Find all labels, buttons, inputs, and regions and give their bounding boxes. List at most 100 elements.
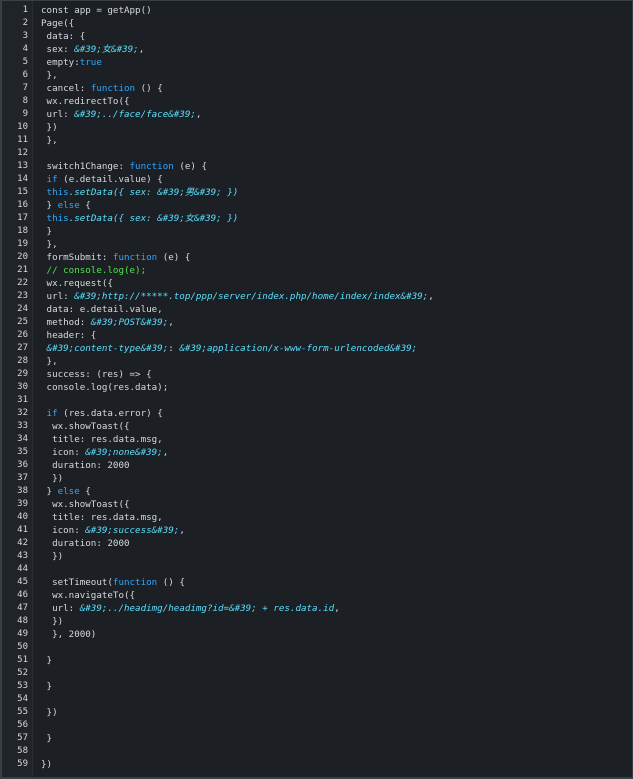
code-line[interactable]: &#39;content-type&#39;: &#39;application… bbox=[33, 342, 632, 355]
code-line-text: }) bbox=[41, 550, 63, 563]
code-token: wx.request({ bbox=[41, 278, 113, 289]
line-number: 35 bbox=[17, 447, 28, 457]
code-token: &#39;POST&#39; bbox=[90, 317, 169, 328]
line-number: 7 bbox=[22, 83, 28, 93]
code-line[interactable]: title: res.data.msg, bbox=[33, 511, 632, 524]
line-number: 31 bbox=[17, 395, 28, 405]
code-line[interactable]: icon: &#39;none&#39;, bbox=[33, 446, 632, 459]
code-line[interactable]: console.log(res.data); bbox=[33, 381, 632, 394]
code-line[interactable]: wx.redirectTo({ bbox=[33, 95, 632, 108]
line-number: 2 bbox=[22, 18, 28, 28]
code-line[interactable]: wx.navigateTo({ bbox=[33, 589, 632, 602]
code-line[interactable]: Page({ bbox=[33, 17, 632, 30]
code-line[interactable]: url: &#39;../headimg/headimg?id=&#39; + … bbox=[33, 602, 632, 615]
code-line[interactable] bbox=[33, 394, 632, 407]
code-token: function bbox=[112, 252, 158, 263]
code-token: function bbox=[129, 161, 174, 172]
code-line[interactable]: }) bbox=[33, 550, 632, 563]
code-line[interactable]: }) bbox=[33, 615, 632, 628]
line-number: 12 bbox=[17, 148, 28, 158]
code-line[interactable] bbox=[33, 147, 632, 160]
code-line[interactable]: }, bbox=[33, 355, 632, 368]
code-token: (e) { bbox=[173, 161, 207, 172]
line-number: 8 bbox=[22, 96, 28, 106]
code-line[interactable]: }) bbox=[33, 121, 632, 134]
line-number: 3 bbox=[22, 31, 28, 41]
line-number: 48 bbox=[17, 616, 28, 626]
code-line[interactable] bbox=[33, 693, 632, 706]
code-token: if bbox=[46, 408, 58, 419]
code-line[interactable]: this.setData({ sex: &#39;女&#39; }) bbox=[33, 212, 632, 225]
code-editor[interactable]: 1 2 3 4 5 6 7 8 9 10 11 12 13 14 15 16 17 18 19 20 21 22 23 24 2… bbox=[0, 0, 633, 779]
code-line[interactable]: // console.log(e); bbox=[33, 264, 632, 277]
code-line[interactable]: } bbox=[33, 680, 632, 693]
code-line[interactable]: }, bbox=[33, 238, 632, 251]
code-line[interactable]: wx.showToast({ bbox=[33, 498, 632, 511]
code-line[interactable] bbox=[33, 719, 632, 732]
code-line[interactable]: }, bbox=[33, 134, 632, 147]
code-line[interactable]: data: e.detail.value, bbox=[33, 303, 632, 316]
code-token: // console.log(e); bbox=[46, 265, 147, 276]
code-line[interactable]: } else { bbox=[33, 485, 632, 498]
code-line[interactable]: duration: 2000 bbox=[33, 537, 632, 550]
code-line[interactable]: wx.request({ bbox=[33, 277, 632, 290]
code-line[interactable]: if (e.detail.value) { bbox=[33, 173, 632, 186]
code-line[interactable]: if (res.data.error) { bbox=[33, 407, 632, 420]
line-number: 17 bbox=[17, 213, 28, 223]
code-line-text: setTimeout(function () { bbox=[41, 576, 185, 589]
code-line-text: }, bbox=[41, 69, 58, 82]
code-line[interactable] bbox=[33, 563, 632, 576]
code-token: if bbox=[46, 174, 58, 185]
code-line[interactable]: } bbox=[33, 225, 632, 238]
code-token: 男 bbox=[184, 187, 195, 198]
code-line-text: }) bbox=[41, 472, 63, 485]
code-line[interactable]: cancel: function () { bbox=[33, 82, 632, 95]
code-line[interactable]: icon: &#39;success&#39;, bbox=[33, 524, 632, 537]
code-line[interactable]: setTimeout(function () { bbox=[33, 576, 632, 589]
line-number: 4 bbox=[22, 44, 28, 54]
code-token: , bbox=[179, 525, 185, 536]
code-line[interactable]: const app = getApp() bbox=[33, 4, 632, 17]
code-area[interactable]: const app = getApp() Page({ data: { sex: … bbox=[33, 1, 632, 777]
code-token: }, bbox=[41, 356, 58, 367]
code-line[interactable]: } bbox=[33, 732, 632, 745]
code-token: const app = getApp() bbox=[41, 5, 152, 16]
code-token: () { bbox=[157, 577, 185, 588]
code-line[interactable]: }) bbox=[33, 472, 632, 485]
code-token: true bbox=[79, 57, 102, 68]
code-line[interactable]: title: res.data.msg, bbox=[33, 433, 632, 446]
code-token: } bbox=[41, 226, 53, 237]
line-number: 59 bbox=[17, 759, 28, 769]
code-line[interactable]: url: &#39;../face/face&#39;, bbox=[33, 108, 632, 121]
code-line[interactable]: } bbox=[33, 654, 632, 667]
code-line[interactable]: }, 2000) bbox=[33, 628, 632, 641]
line-number: 43 bbox=[17, 551, 28, 561]
code-line[interactable]: url: &#39;http://*****.top/ppp/server/in… bbox=[33, 290, 632, 303]
code-token: url: bbox=[41, 291, 75, 302]
line-number: 55 bbox=[17, 707, 28, 717]
code-line[interactable]: sex: &#39;女&#39;, bbox=[33, 43, 632, 56]
code-line[interactable]: switch1Change: function (e) { bbox=[33, 160, 632, 173]
code-line[interactable]: }) bbox=[33, 758, 632, 771]
code-line[interactable]: header: { bbox=[33, 329, 632, 342]
code-line[interactable]: } else { bbox=[33, 199, 632, 212]
code-line[interactable]: wx.showToast({ bbox=[33, 420, 632, 433]
code-token: this bbox=[46, 213, 69, 224]
code-line-text: title: res.data.msg, bbox=[41, 511, 163, 524]
code-line[interactable]: }) bbox=[33, 706, 632, 719]
code-token: &#39;application/x-www-form-urlencoded&#… bbox=[179, 343, 418, 354]
code-token: console.log(res.data); bbox=[41, 382, 169, 393]
code-token: , bbox=[428, 291, 434, 302]
code-token: , bbox=[168, 317, 174, 328]
code-line[interactable]: formSubmit: function (e) { bbox=[33, 251, 632, 264]
code-line[interactable] bbox=[33, 745, 632, 758]
code-line[interactable]: duration: 2000 bbox=[33, 459, 632, 472]
code-line[interactable]: this.setData({ sex: &#39;男&#39; }) bbox=[33, 186, 632, 199]
code-line[interactable]: }, bbox=[33, 69, 632, 82]
code-line[interactable] bbox=[33, 641, 632, 654]
code-line[interactable]: success: (res) => { bbox=[33, 368, 632, 381]
code-line[interactable]: method: &#39;POST&#39;, bbox=[33, 316, 632, 329]
code-line[interactable] bbox=[33, 667, 632, 680]
code-line[interactable]: empty:true bbox=[33, 56, 632, 69]
code-line[interactable]: data: { bbox=[33, 30, 632, 43]
